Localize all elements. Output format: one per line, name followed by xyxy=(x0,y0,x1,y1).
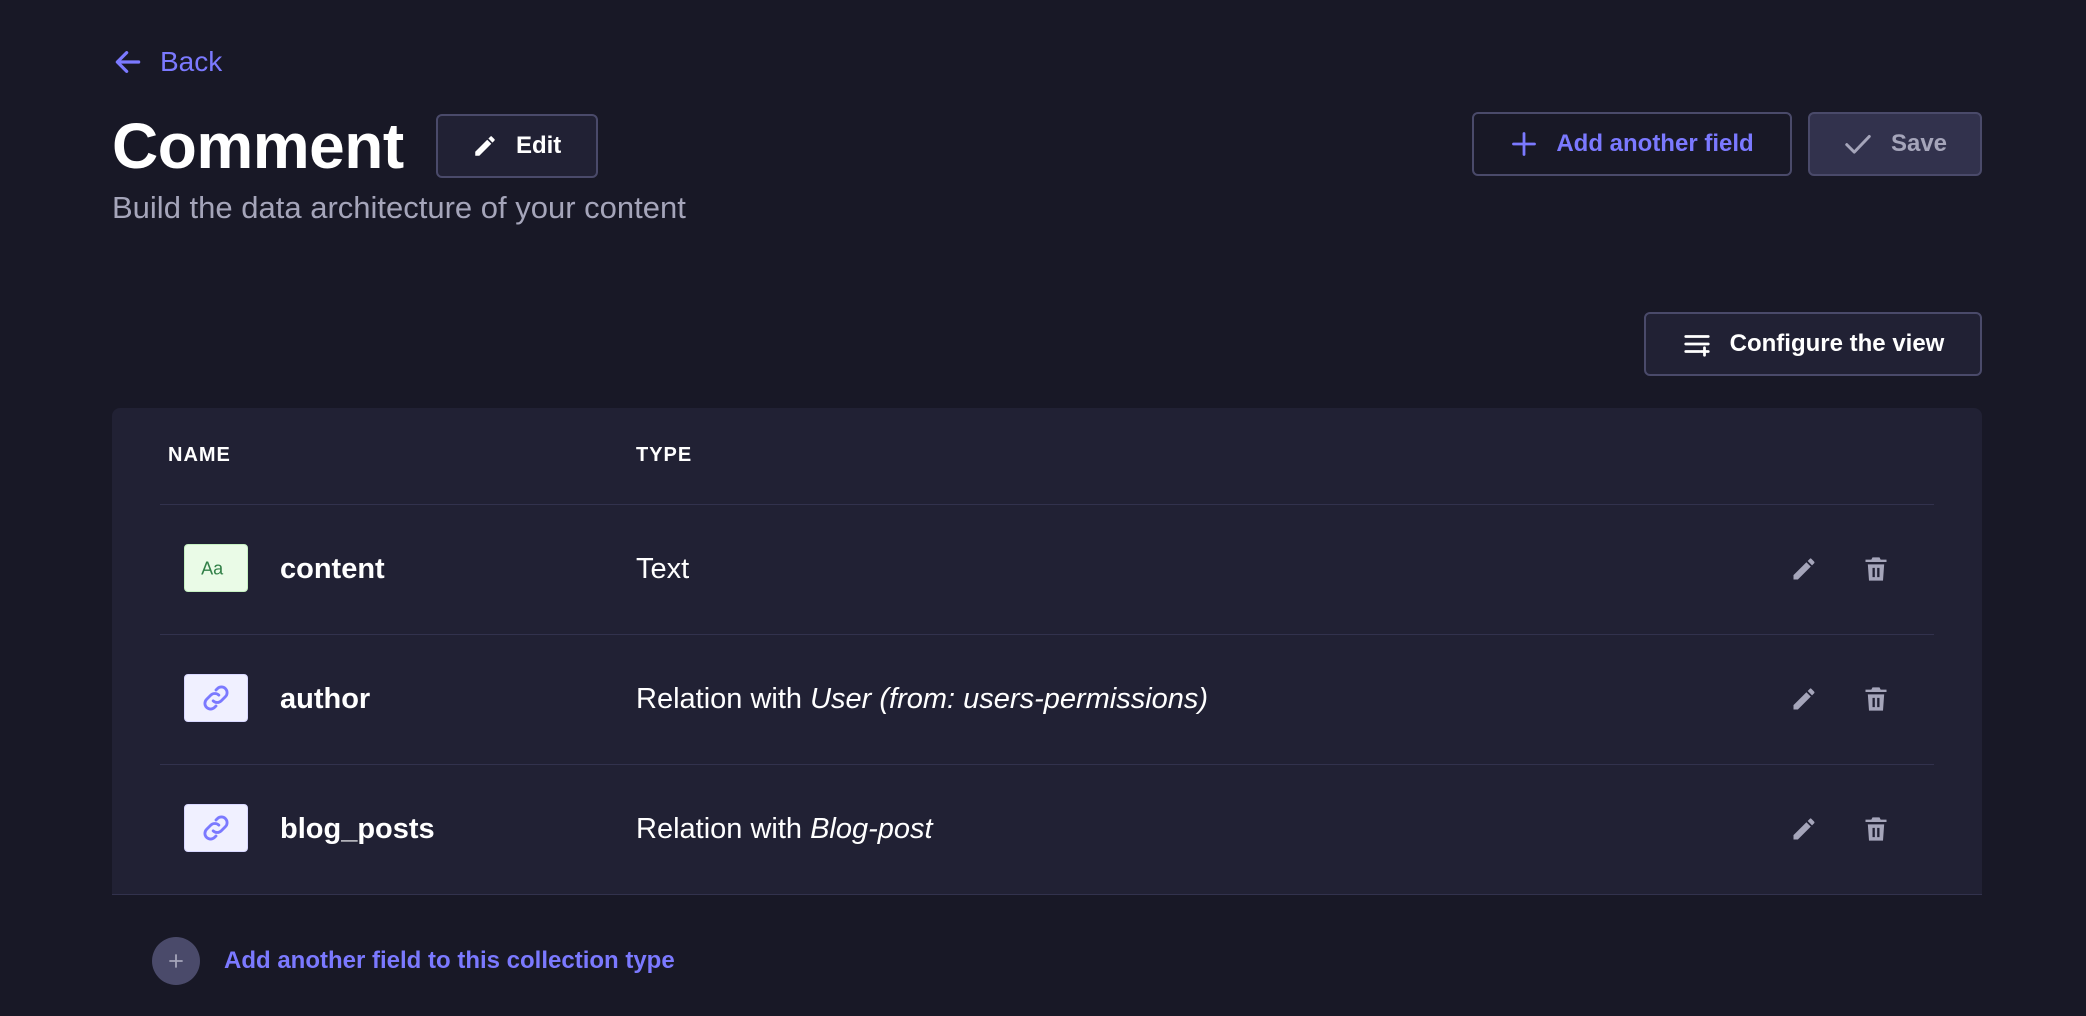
svg-text:Aa: Aa xyxy=(201,558,224,578)
edit-button[interactable]: Edit xyxy=(435,114,598,178)
plus-circle-icon xyxy=(152,937,200,985)
list-settings-icon xyxy=(1684,335,1710,357)
plus-icon xyxy=(1512,132,1537,156)
page-subtitle: Build the data architecture of your cont… xyxy=(112,190,686,225)
pencil-icon xyxy=(1793,818,1815,840)
column-header-type: TYPE xyxy=(636,444,693,466)
pencil-icon xyxy=(475,136,495,156)
back-link[interactable]: Back xyxy=(112,46,222,78)
relation-icon xyxy=(203,815,229,841)
text-icon: Aa xyxy=(201,558,224,578)
table-header: NAME TYPE xyxy=(160,408,1934,505)
field-type: Relation with User (from: users-permissi… xyxy=(636,683,1209,715)
add-another-field-label: Add another field xyxy=(1556,130,1754,157)
field-name: blog_posts xyxy=(280,813,435,845)
text-field-icon: Aa xyxy=(184,544,248,592)
page-title: Comment xyxy=(112,110,404,182)
configure-view-button[interactable]: Configure the view xyxy=(1644,312,1982,376)
edit-field-button[interactable] xyxy=(1786,681,1822,717)
check-icon xyxy=(1845,135,1871,154)
field-type: Relation with Blog-post xyxy=(636,813,933,845)
edit-field-button[interactable] xyxy=(1786,811,1822,847)
delete-field-button[interactable] xyxy=(1858,811,1894,847)
fields-table: NAME TYPE Aa content Text author Relatio… xyxy=(112,408,1982,1016)
trash-icon xyxy=(1865,687,1887,711)
edit-button-label: Edit xyxy=(515,132,562,159)
table-footer: Add another field to this collection typ… xyxy=(112,894,1982,1016)
title-row: Comment Edit xyxy=(112,108,598,184)
table-row: blog_posts Relation with Blog-post xyxy=(160,765,1934,895)
save-button[interactable]: Save xyxy=(1808,112,1982,176)
configure-view-label: Configure the view xyxy=(1729,330,1945,357)
relation-field-icon xyxy=(184,674,248,722)
add-another-field-button[interactable]: Add another field xyxy=(1472,112,1792,176)
add-field-to-collection-button[interactable]: Add another field to this collection typ… xyxy=(152,937,675,985)
table-row: Aa content Text xyxy=(160,505,1934,635)
field-name: content xyxy=(280,553,385,585)
trash-icon xyxy=(1865,817,1887,841)
delete-field-button[interactable] xyxy=(1858,681,1894,717)
trash-icon xyxy=(1865,557,1887,581)
pencil-icon xyxy=(1793,688,1815,710)
header-actions: Add another field Save xyxy=(1472,112,1982,176)
delete-field-button[interactable] xyxy=(1858,551,1894,587)
field-type: Text xyxy=(636,553,690,585)
field-name: author xyxy=(280,683,371,715)
column-header-name: NAME xyxy=(168,444,231,466)
add-field-to-collection-label: Add another field to this collection typ… xyxy=(224,947,675,974)
table-row: author Relation with User (from: users-p… xyxy=(160,635,1934,765)
pencil-icon xyxy=(1793,558,1815,580)
relation-icon xyxy=(203,685,229,711)
relation-field-icon xyxy=(184,804,248,852)
edit-field-button[interactable] xyxy=(1786,551,1822,587)
back-label: Back xyxy=(160,46,223,77)
save-button-label: Save xyxy=(1890,130,1948,157)
arrow-left-icon xyxy=(115,51,141,73)
